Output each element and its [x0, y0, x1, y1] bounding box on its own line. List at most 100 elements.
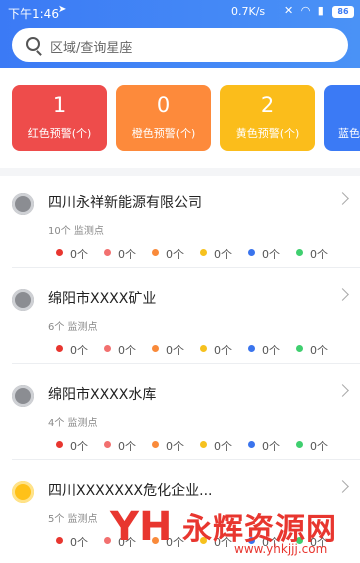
site-name: 四川永祥新能源有限公司 [48, 195, 202, 211]
watermark-logo: YH [110, 504, 173, 550]
warning-stat: 0个 [56, 438, 96, 453]
warning-stat-value: 0个 [214, 440, 232, 453]
status-indicator [12, 289, 34, 311]
blue-warning-label: 蓝色 [338, 127, 360, 140]
warning-stat-value: 0个 [214, 344, 232, 357]
orange-warning-card[interactable]: 0 橙色预警(个) [116, 85, 211, 151]
search-input[interactable]: 区域/查询星座 [50, 37, 132, 56]
blue-warning-card[interactable]: 蓝色 [324, 85, 360, 151]
monitor-point-count: 10个 监测点 [48, 226, 104, 237]
warning-stat: 0个 [296, 246, 336, 261]
warning-stat-value: 0个 [118, 344, 136, 357]
chevron-right-icon[interactable] [336, 288, 349, 301]
level-dot-icon [56, 345, 63, 352]
level-dot-icon [56, 249, 63, 256]
divider [12, 267, 360, 268]
network-speed: 0.7K/s [231, 5, 266, 18]
warning-stat: 0个 [296, 438, 336, 453]
level-dot-icon [104, 345, 111, 352]
level-dot-icon [200, 249, 207, 256]
list-item[interactable]: 四川永祥新能源有限公司 10个 监测点 0个 0个 0个 0个 0个 0个 [0, 176, 360, 268]
search-bar[interactable]: 区域/查询星座 [12, 28, 348, 62]
yellow-warning-count: 2 [260, 93, 275, 117]
status-indicator [12, 385, 34, 407]
warning-stat: 0个 [104, 246, 144, 261]
chevron-right-icon[interactable] [336, 384, 349, 397]
warning-stat-value: 0个 [70, 536, 88, 549]
chevron-right-icon[interactable] [336, 192, 349, 205]
warning-stat: 0个 [56, 246, 96, 261]
red-warning-count: 1 [52, 93, 67, 117]
location-icon: ➤ [58, 4, 67, 15]
level-dot-icon [152, 345, 159, 352]
warning-stat-value: 0个 [262, 440, 280, 453]
warning-stat-value: 0个 [166, 248, 184, 261]
app-header: 下午1:46 ➤ 0.7K/s ✕ ◠ ▮ 86 区域/查询星座 [0, 0, 360, 68]
site-name: 绵阳市XXXX水库 [48, 387, 157, 403]
level-dot-icon [56, 441, 63, 448]
divider [12, 363, 360, 364]
warning-stat-value: 0个 [262, 344, 280, 357]
warning-cards-row[interactable]: 1 红色预警(个) 0 橙色预警(个) 2 黄色预警(个) 蓝色 [0, 68, 360, 168]
level-dot-icon [248, 345, 255, 352]
warning-stat: 0个 [104, 438, 144, 453]
warning-stat: 0个 [56, 342, 96, 357]
search-icon [26, 37, 40, 51]
level-dot-icon [104, 249, 111, 256]
warning-stat: 0个 [200, 438, 240, 453]
warning-stat-value: 0个 [262, 248, 280, 261]
warning-stat: 0个 [248, 246, 288, 261]
battery-icon: 86 [332, 6, 354, 18]
warning-stat: 0个 [152, 342, 192, 357]
site-name: 四川XXXXXXX危化企业... [48, 483, 213, 499]
status-time: 下午1:46 [8, 7, 59, 21]
level-dot-icon [152, 249, 159, 256]
status-bar: 下午1:46 ➤ 0.7K/s ✕ ◠ ▮ 86 [0, 0, 360, 24]
orange-warning-label: 橙色预警(个) [131, 127, 196, 140]
level-dot-icon [296, 441, 303, 448]
warning-stat: 0个 [248, 438, 288, 453]
level-dot-icon [152, 441, 159, 448]
status-indicator [12, 193, 34, 215]
level-dot-icon [56, 537, 63, 544]
warning-stat-value: 0个 [118, 440, 136, 453]
warning-stat: 0个 [200, 342, 240, 357]
warning-stat: 0个 [152, 438, 192, 453]
warning-stat-value: 0个 [310, 248, 328, 261]
yellow-warning-label: 黄色预警(个) [235, 127, 300, 140]
level-dot-icon [296, 345, 303, 352]
monitor-point-count: 5个 监测点 [48, 514, 98, 525]
red-warning-card[interactable]: 1 红色预警(个) [12, 85, 107, 151]
warning-stat-value: 0个 [70, 440, 88, 453]
warning-stat-value: 0个 [70, 344, 88, 357]
warning-stat-value: 0个 [310, 344, 328, 357]
signal-wifi-icons: ✕ ◠ ▮ [284, 4, 326, 17]
warning-stat: 0个 [56, 534, 96, 549]
warning-stat-value: 0个 [214, 248, 232, 261]
divider [12, 459, 360, 460]
orange-warning-count: 0 [156, 93, 171, 117]
warning-stat: 0个 [200, 246, 240, 261]
warning-stat-value: 0个 [166, 440, 184, 453]
site-name: 绵阳市XXXX矿业 [48, 291, 157, 307]
level-dot-icon [248, 441, 255, 448]
yellow-warning-card[interactable]: 2 黄色预警(个) [220, 85, 315, 151]
watermark-url: www.yhkjjj.com [234, 542, 328, 556]
warning-stat: 0个 [248, 342, 288, 357]
list-item[interactable]: 绵阳市XXXX矿业 6个 监测点 0个 0个 0个 0个 0个 0个 [0, 272, 360, 364]
red-warning-label: 红色预警(个) [27, 127, 92, 140]
level-dot-icon [296, 249, 303, 256]
warning-stat-value: 0个 [166, 344, 184, 357]
chevron-right-icon[interactable] [336, 480, 349, 493]
warning-stat-value: 0个 [70, 248, 88, 261]
watermark: YH 永辉资源网 www.yhkjjj.com [110, 500, 360, 563]
warning-stat: 0个 [296, 342, 336, 357]
status-indicator [12, 481, 34, 503]
warning-stat-value: 0个 [310, 440, 328, 453]
list-item[interactable]: 绵阳市XXXX水库 4个 监测点 0个 0个 0个 0个 0个 0个 [0, 368, 360, 460]
warning-stat-value: 0个 [118, 248, 136, 261]
level-dot-icon [200, 441, 207, 448]
warning-stat: 0个 [152, 246, 192, 261]
monitor-point-count: 4个 监测点 [48, 418, 98, 429]
level-dot-icon [248, 249, 255, 256]
